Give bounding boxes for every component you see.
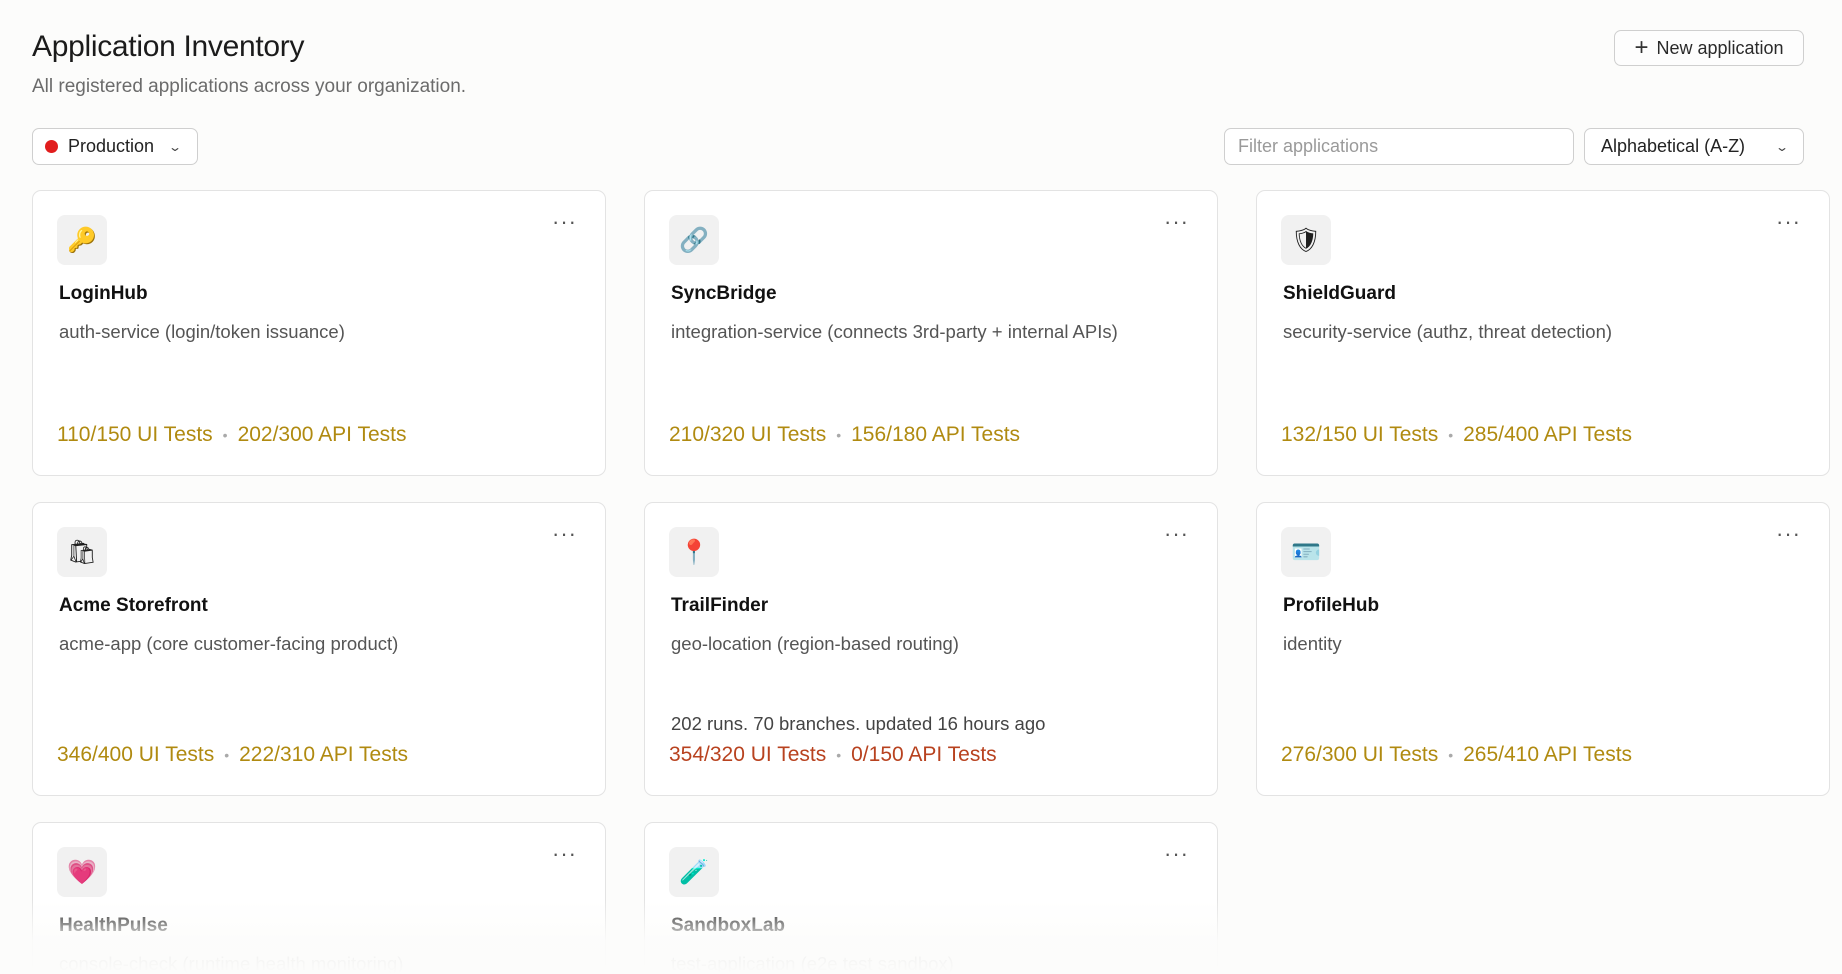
ui-tests-count: 354/320 UI Tests [669,743,827,766]
app-run-meta: 202 runs. 70 branches. updated 16 hours … [671,713,1046,734]
app-test-stats: 210/320 UI Tests • 156/180 API Tests [669,423,1020,447]
pushpin-icon: 📍 [679,538,709,566]
app-icon-tile: 💗 [57,847,107,897]
page-subtitle: All registered applications across your … [32,76,467,97]
app-test-stats: 346/400 UI Tests • 222/310 API Tests [57,743,408,767]
app-name[interactable]: ShieldGuard [1283,283,1396,305]
app-description: integration-service (connects 3rd-party … [671,321,1118,342]
app-icon-tile: 🔑 [57,215,107,265]
ui-tests-count: 276/300 UI Tests [1281,743,1439,766]
environment-label: Production [68,136,155,156]
app-test-stats: 354/320 UI Tests • 0/150 API Tests [669,743,997,767]
stat-separator: • [224,747,230,763]
more-options-icon[interactable]: ··· [1776,523,1801,545]
api-tests-count: 222/310 API Tests [239,743,409,766]
stat-separator: • [1448,747,1454,763]
more-options-icon[interactable]: ··· [1776,211,1801,233]
app-icon-tile: 🪪 [1281,527,1331,577]
app-name[interactable]: TrailFinder [671,595,768,617]
app-card[interactable]: 🛍 ··· Acme Storefront acme-app (core custom… [32,502,606,796]
app-description: auth-service (login/token issuance) [59,321,345,342]
app-description: security-service (authz, threat detectio… [1283,321,1613,342]
environment-select[interactable]: Production ⌄ [32,128,198,165]
app-name[interactable]: Acme Storefront [59,595,208,617]
app-test-stats: 276/300 UI Tests • 265/410 API Tests [1281,743,1632,767]
ui-tests-count: 346/400 UI Tests [57,743,215,766]
sort-label: Alphabetical (A-Z) [1601,136,1746,156]
scroll-fade [0,900,1842,974]
app-test-stats: 132/150 UI Tests • 285/400 API Tests [1281,423,1632,447]
chevron-down-icon: ⌄ [1774,139,1790,154]
app-description: identity [1283,633,1342,654]
app-name[interactable]: SyncBridge [671,283,777,305]
api-tests-count: 202/300 API Tests [237,423,407,446]
stat-separator: • [836,747,842,763]
new-application-button[interactable]: + New application [1614,30,1804,66]
new-application-label: New application [1656,37,1784,58]
shield-icon: 🛡 [1290,226,1322,254]
api-tests-count: 265/410 API Tests [1463,743,1633,766]
app-description: acme-app (core customer-facing product) [59,633,399,654]
api-tests-count: 0/150 API Tests [851,743,997,766]
app-card[interactable]: 🔑 ··· LoginHub auth-service (login/token is… [32,190,606,476]
ui-tests-count: 132/150 UI Tests [1281,423,1439,446]
more-options-icon[interactable]: ··· [1164,843,1189,865]
ui-tests-count: 210/320 UI Tests [669,423,827,446]
more-options-icon[interactable]: ··· [1164,523,1189,545]
api-tests-count: 285/400 API Tests [1463,423,1633,446]
filter-applications-input[interactable] [1224,128,1574,165]
api-tests-count: 156/180 API Tests [851,423,1021,446]
app-name[interactable]: ProfileHub [1283,595,1379,617]
app-icon-tile: 🛍 [57,527,107,577]
more-options-icon[interactable]: ··· [1164,211,1189,233]
more-options-icon[interactable]: ··· [552,523,577,545]
app-name[interactable]: LoginHub [59,283,148,305]
app-icon-tile: 📍 [669,527,719,577]
heart-icon: 💗 [67,858,97,886]
environment-status-dot [45,140,58,153]
id-card-icon: 🪪 [1291,538,1321,566]
page-title: Application Inventory [32,30,305,63]
chevron-down-icon: ⌄ [168,139,183,154]
test-tube-icon: 🧪 [679,858,709,886]
app-card[interactable]: 🛡 ··· ShieldGuard security-service (authz, … [1256,190,1830,476]
app-card[interactable]: 🪪 ··· ProfileHub identity 276/300 UI Tests • 2… [1256,502,1830,796]
plus-icon: + [1634,34,1649,61]
more-options-icon[interactable]: ··· [552,843,577,865]
stat-separator: • [222,427,228,443]
app-icon-tile: 🧪 [669,847,719,897]
app-icon-tile: 🔗 [669,215,719,265]
stat-separator: • [836,427,842,443]
stat-separator: • [1448,427,1454,443]
shopping-bags-icon: 🛍 [66,538,98,566]
link-icon: 🔗 [679,226,709,254]
app-icon-tile: 🛡 [1281,215,1331,265]
app-description: geo-location (region-based routing) [671,633,959,654]
application-inventory-page: Application Inventory All registered app… [0,0,1842,974]
more-options-icon[interactable]: ··· [552,211,577,233]
sort-select[interactable]: Alphabetical (A-Z) ⌄ [1584,128,1804,165]
app-card[interactable]: 🔗 ··· SyncBridge integration-service (conne… [644,190,1218,476]
ui-tests-count: 110/150 UI Tests [57,423,213,446]
app-test-stats: 110/150 UI Tests • 202/300 API Tests [57,423,406,447]
app-card[interactable]: 📍 ··· TrailFinder geo-location (region-base… [644,502,1218,796]
key-icon: 🔑 [67,226,97,254]
